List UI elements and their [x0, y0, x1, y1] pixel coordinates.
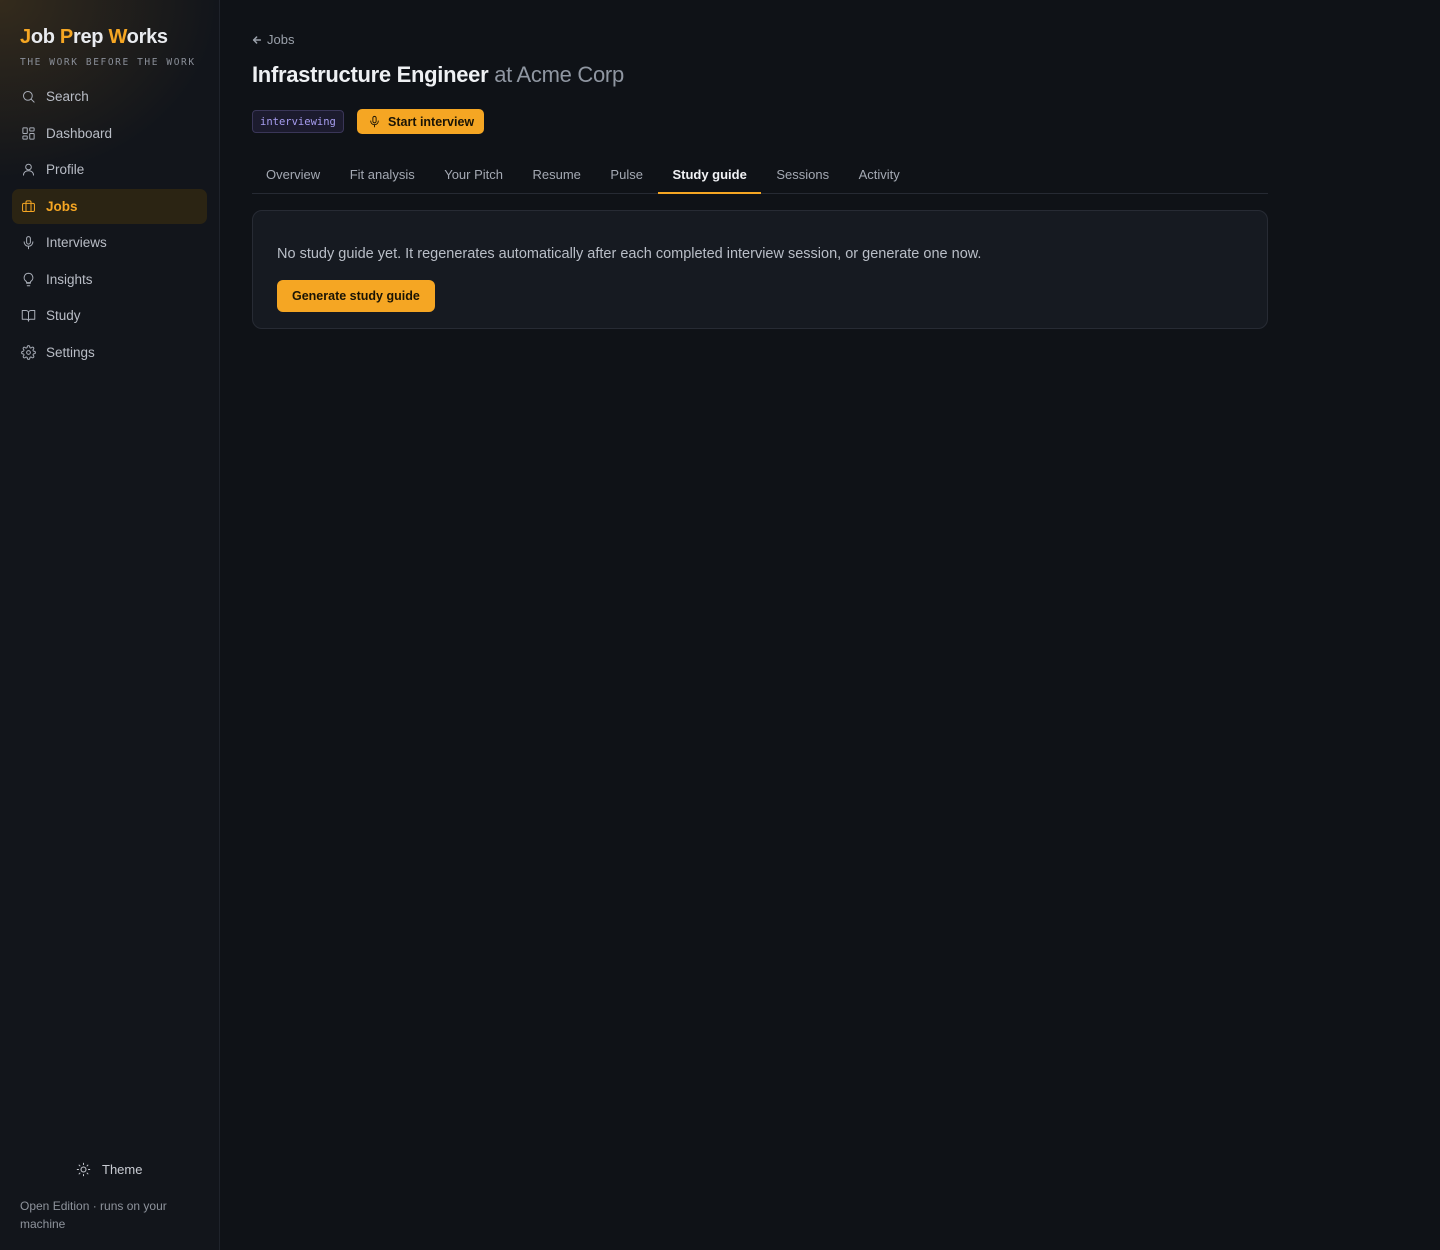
brand-tagline: THE WORK BEFORE THE WORK [20, 57, 196, 68]
sidebar-item-label: Interviews [46, 235, 107, 250]
edition-note: Open Edition · runs on your machine [20, 1199, 167, 1231]
brand-logo[interactable]: Job Prep Works [20, 26, 168, 49]
sidebar-nav: Search Dashboard Profile Jobs Interviews… [12, 79, 207, 371]
sidebar-item-label: Jobs [46, 198, 78, 214]
sidebar-item-interviews[interactable]: Interviews [12, 225, 207, 260]
sun-icon [76, 1162, 91, 1177]
sidebar-item-label: Dashboard [46, 125, 113, 141]
tab-pulse[interactable]: Pulse [596, 158, 657, 194]
theme-label: Theme [102, 1162, 143, 1177]
microphone-icon [370, 115, 379, 128]
start-interview-label: Start interview [388, 114, 475, 129]
sidebar-item-label: Search [46, 89, 89, 104]
sidebar-item-profile[interactable]: Profile [12, 152, 207, 187]
tab-fit-analysis[interactable]: Fit analysis [336, 158, 429, 194]
tab-your-pitch[interactable]: Your Pitch [430, 158, 517, 194]
lightbulb-icon [21, 272, 36, 287]
back-to-jobs-link[interactable]: Jobs [252, 32, 294, 47]
tab-study-guide[interactable]: Study guide [658, 158, 761, 194]
tab-sessions[interactable]: Sessions [762, 158, 843, 194]
dashboard-icon [21, 126, 36, 141]
book-icon [21, 308, 36, 323]
study-guide-empty-card: No study guide yet. It regenerates autom… [252, 210, 1268, 329]
briefcase-icon [21, 199, 36, 214]
arrow-left-icon [252, 35, 262, 44]
sidebar: Job Prep Works THE WORK BEFORE THE WORK … [0, 0, 220, 1250]
tab-resume[interactable]: Resume [519, 158, 595, 194]
empty-state-message: No study guide yet. It regenerates autom… [277, 246, 982, 262]
job-tabs: Overview Fit analysis Your Pitch Resume … [252, 158, 1268, 194]
status-badge: interviewing [252, 110, 344, 133]
sidebar-item-settings[interactable]: Settings [12, 335, 207, 370]
sidebar-item-label: Study [46, 308, 81, 323]
page-title: Infrastructure Engineer at Acme Corp [252, 62, 624, 88]
back-link-label: Jobs [267, 32, 295, 47]
job-title: Infrastructure Engineer [252, 62, 489, 87]
gear-icon [21, 344, 36, 360]
search-icon [21, 89, 36, 104]
microphone-icon [21, 235, 36, 250]
sidebar-item-search[interactable]: Search [12, 79, 207, 114]
sidebar-item-label: Settings [46, 344, 95, 360]
theme-toggle-button[interactable]: Theme [76, 1162, 142, 1177]
company-name: at Acme Corp [494, 62, 624, 87]
tab-overview[interactable]: Overview [252, 158, 334, 194]
user-icon [21, 162, 36, 177]
sidebar-item-insights[interactable]: Insights [12, 262, 207, 297]
start-interview-button[interactable]: Start interview [357, 109, 485, 134]
sidebar-item-label: Insights [46, 271, 93, 287]
generate-study-guide-button[interactable]: Generate study guide [277, 280, 435, 312]
tab-activity[interactable]: Activity [845, 158, 914, 194]
sidebar-item-study[interactable]: Study [12, 298, 207, 333]
sidebar-item-dashboard[interactable]: Dashboard [12, 116, 207, 151]
sidebar-item-jobs[interactable]: Jobs [12, 188, 207, 224]
sidebar-item-label: Profile [46, 162, 85, 177]
